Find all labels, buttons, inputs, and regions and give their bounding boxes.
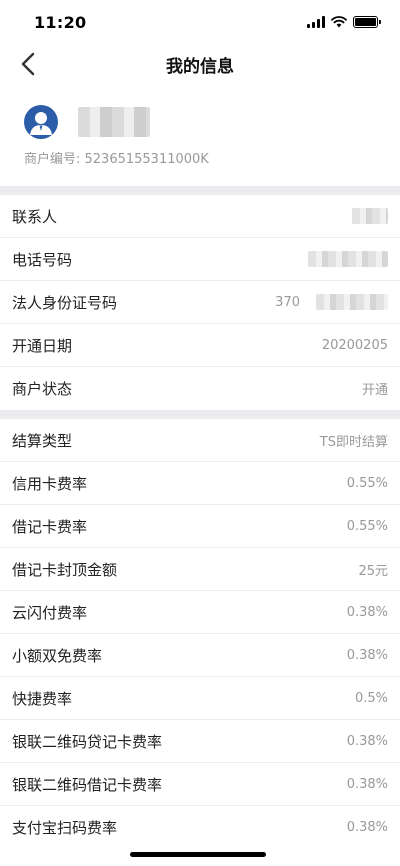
row-label: 小额双免费率 [12,646,103,665]
row-label: 支付宝扫码费率 [12,819,118,837]
chevron-left-icon [21,52,35,76]
list-item-quickpass-rate: 云闪付费率 0.38% [0,591,400,634]
row-label: 云闪付费率 [12,603,88,622]
list-item-id-number: 法人身份证号码 370 [0,281,400,324]
row-value: 0.38% [346,776,388,792]
list-item-debit-cap: 借记卡封顶金额 25元 [0,548,400,591]
row-label: 银联二维码借记卡费率 [12,775,163,794]
section-divider [0,186,400,195]
back-button[interactable] [14,50,42,78]
list-item-open-date: 开通日期 20200205 [0,324,400,367]
row-label: 快捷费率 [12,689,73,708]
row-label: 法人身份证号码 [12,293,118,312]
row-label: 联系人 [12,207,58,226]
redacted-value [316,294,388,310]
row-label: 借记卡费率 [12,517,88,536]
row-label: 电话号码 [12,250,73,269]
list-item-credit-rate: 信用卡费率 0.55% [0,462,400,505]
row-value: 25元 [358,563,388,579]
row-value: 0.38% [346,647,388,663]
home-indicator[interactable] [130,852,266,857]
redacted-value [308,251,388,267]
status-time: 11:20 [34,12,87,32]
list-item-quick-rate: 快捷费率 0.5% [0,677,400,720]
redacted-value [352,208,388,224]
row-value: 0.38% [346,604,388,620]
list-item-contact: 联系人 [0,195,400,238]
merchant-name-redacted [78,107,150,137]
row-value: 0.55% [346,475,388,491]
id-prefix: 370 [275,294,300,310]
row-label: 结算类型 [12,431,73,450]
row-label: 银联二维码贷记卡费率 [12,732,163,751]
row-value: 0.38% [346,733,388,749]
user-avatar-icon [24,105,58,139]
list-item-merchant-status: 商户状态 开通 [0,367,400,410]
status-icons [307,16,381,28]
rate-info-list: 结算类型 TS即时结算 信用卡费率 0.55% 借记卡费率 0.55% 借记卡封… [0,419,400,849]
list-item-small-amount-rate: 小额双免费率 0.38% [0,634,400,677]
basic-info-list: 联系人 电话号码 法人身份证号码 370 开通日期 20200205 商户状态 … [0,195,400,410]
signal-icon [307,16,325,28]
row-label: 借记卡封顶金额 [12,560,118,579]
list-item-unionpay-qr-credit-rate: 银联二维码贷记卡费率 0.38% [0,720,400,763]
row-label: 商户状态 [12,380,73,398]
row-value: 0.5% [354,690,388,706]
list-item-unionpay-qr-debit-rate: 银联二维码借记卡费率 0.38% [0,763,400,806]
row-value [308,251,388,267]
list-item-alipay-rate: 支付宝扫码费率 0.38% [0,806,400,849]
merchant-number: 商户编号: 52365155311000K [24,152,209,167]
row-value: TS即时结算 [319,434,388,450]
wifi-icon [331,16,347,28]
status-bar: 11:20 [0,0,400,44]
row-label: 信用卡费率 [12,474,88,493]
list-item-debit-rate: 借记卡费率 0.55% [0,505,400,548]
row-value: 20200205 [321,337,388,353]
row-label: 开通日期 [12,336,73,355]
battery-icon [353,16,381,28]
list-item-phone: 电话号码 [0,238,400,281]
row-value: 0.38% [346,820,388,835]
nav-bar: 我的信息 [0,44,400,84]
row-value: 370 [275,294,388,310]
page-title: 我的信息 [166,56,234,77]
row-value [352,208,388,224]
list-item-settlement-type: 结算类型 TS即时结算 [0,419,400,462]
row-value: 开通 [361,383,388,398]
profile-card: 商户编号: 52365155311000K [0,84,400,186]
row-value: 0.55% [346,518,388,534]
section-divider [0,410,400,419]
